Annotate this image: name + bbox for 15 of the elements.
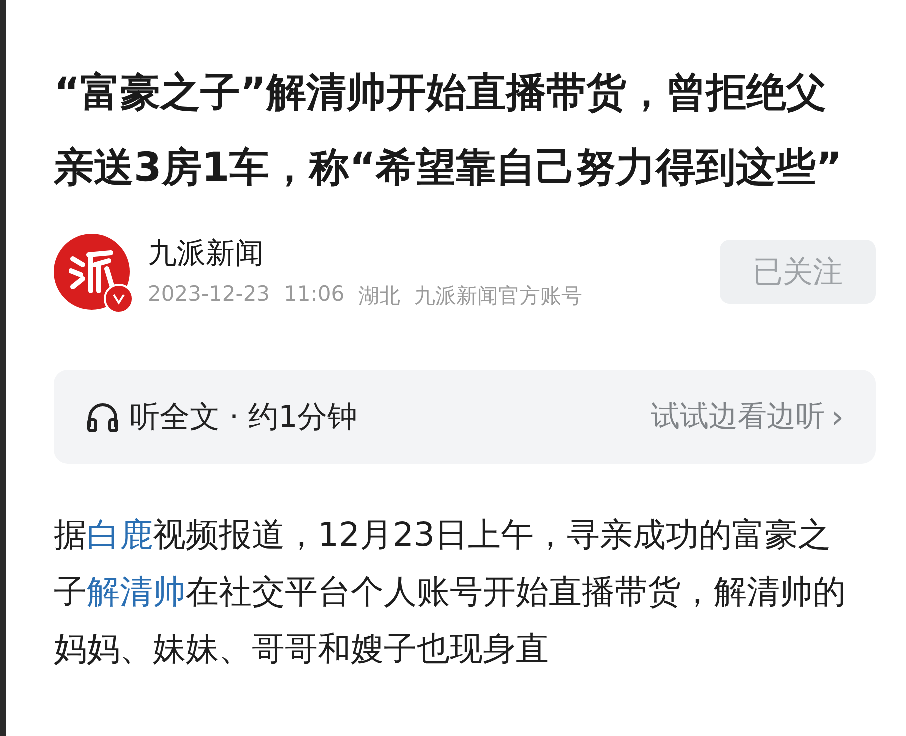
author-name[interactable]: 九派新闻 (148, 234, 720, 274)
headphones-icon (86, 401, 120, 433)
chevron-icon: › (831, 398, 844, 436)
listen-label: 听全文 · 约1分钟 (130, 398, 359, 436)
listen-bar[interactable]: 听全文 · 约1分钟 试试边看边听 › (54, 370, 876, 464)
publish-time: 11:06 (284, 282, 345, 308)
try-link[interactable]: 试试边看边听 (651, 397, 826, 437)
text-link[interactable]: 白鹿 (87, 515, 153, 554)
location-text: 湖北 (358, 283, 401, 310)
article-title: “富豪之子”解清帅开始直播带货，曾拒绝父亲送3房1车，称“希望靠自己努力得到这些” (54, 69, 844, 193)
account-label: 九派新闻官方账号 (414, 283, 583, 310)
publish-date: 2023-12-23 (148, 282, 270, 308)
logo-icon (69, 249, 115, 295)
text-link[interactable]: 解清帅 (87, 572, 186, 611)
article-paragraph: 据白鹿视频报道，12月23日上午，寻亲成功的富豪之子解清帅在社交平台个人账号开始直播带货，解清帅的妈妈、妹妹、哥哥和嫂子也现身直 (54, 514, 847, 670)
